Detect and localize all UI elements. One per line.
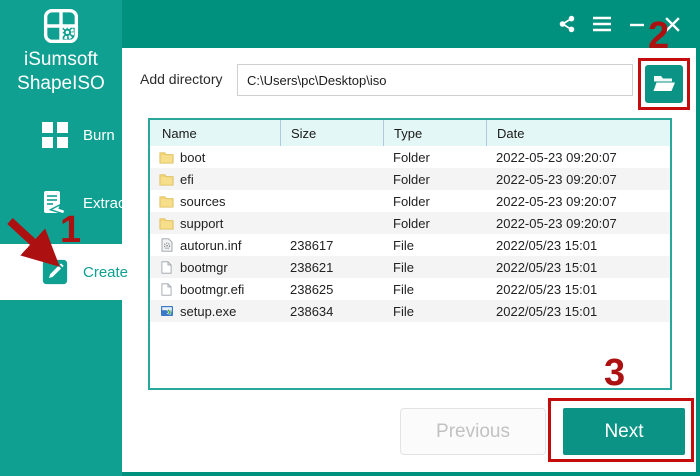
column-header-size[interactable]: Size [280,120,383,146]
file-type: Folder [383,190,486,212]
file-name-cell: bootmgr [150,256,280,278]
menu-icon[interactable] [592,14,612,34]
sidebar-item-label: Burn [83,127,115,144]
table-row[interactable]: autorun.inf 238617File2022/05/23 15:01 [150,234,670,256]
file-name: efi [180,172,194,187]
close-icon[interactable] [662,14,682,34]
app-title-line2: ShapeISO [0,72,122,96]
file-name-cell: setup.exe [150,300,280,322]
app-window: iSumsoft ShapeISO Burn Extract [0,0,700,476]
folder-icon [159,194,174,209]
file-name-cell: boot [150,146,280,168]
window-controls [557,0,682,48]
file-name-cell: support [150,212,280,234]
table-row[interactable]: sources Folder2022-05-23 09:20:07 [150,190,670,212]
file-name: support [180,216,223,231]
file-size [280,190,383,212]
file-table-body: bootFolder2022-05-23 09:20:07efiFolder20… [150,146,670,322]
file-icon [159,260,174,275]
column-header-type[interactable]: Type [383,120,486,146]
titlebar [122,0,700,48]
file-type: File [383,234,486,256]
file-size: 238634 [280,300,383,322]
file-date: 2022-05-23 09:20:07 [486,212,670,234]
file-name-cell: sources [150,190,280,212]
previous-button[interactable]: Previous [400,408,546,455]
file-table: Name Size Type Date bootFolder2022-05-23… [148,118,672,390]
table-row[interactable]: boot Folder2022-05-23 09:20:07 [150,146,670,168]
file-name: bootmgr.efi [180,282,244,297]
table-row[interactable]: support Folder2022-05-23 09:20:07 [150,212,670,234]
file-date: 2022-05-23 09:20:07 [486,190,670,212]
column-header-date[interactable]: Date [486,120,670,146]
file-table-header: Name Size Type Date [150,120,670,146]
share-icon[interactable] [557,14,577,34]
sidebar: iSumsoft ShapeISO Burn Extract [0,0,122,476]
table-row[interactable]: efi Folder2022-05-23 09:20:07 [150,168,670,190]
table-row[interactable]: bootmgr 238621File2022/05/23 15:01 [150,256,670,278]
exe-file-icon [159,304,174,319]
file-size: 238625 [280,278,383,300]
file-type: File [383,278,486,300]
app-logo-icon [43,8,79,44]
minimize-icon[interactable] [627,14,647,34]
file-type: File [383,256,486,278]
file-size [280,212,383,234]
app-title: iSumsoft ShapeISO [0,48,122,96]
extract-icon [42,190,68,216]
file-icon [159,282,174,297]
file-date: 2022-05-23 09:20:07 [486,146,670,168]
create-icon [42,259,68,285]
file-size [280,168,383,190]
file-name: bootmgr [180,260,228,275]
file-date: 2022/05/23 15:01 [486,234,670,256]
file-name: boot [180,150,205,165]
file-size: 238617 [280,234,383,256]
folder-icon [159,172,174,187]
column-header-name[interactable]: Name [150,120,280,146]
table-row[interactable]: setup.exe 238634File2022/05/23 15:01 [150,300,670,322]
open-folder-icon [652,73,676,96]
file-name: setup.exe [180,304,236,319]
file-date: 2022/05/23 15:01 [486,278,670,300]
sidebar-item-extract[interactable]: Extract [0,180,122,226]
folder-icon [159,216,174,231]
file-date: 2022-05-23 09:20:07 [486,168,670,190]
sidebar-item-burn[interactable]: Burn [0,112,122,158]
sidebar-item-label: Create [83,264,128,281]
file-name-cell: autorun.inf [150,234,280,256]
file-size: 238621 [280,256,383,278]
file-name-cell: bootmgr.efi [150,278,280,300]
window-frame-right [696,0,700,476]
file-type: File [383,300,486,322]
next-button[interactable]: Next [563,408,685,455]
add-directory-label: Add directory [140,71,222,87]
inf-file-icon [159,238,174,253]
table-row[interactable]: bootmgr.efi 238625File2022/05/23 15:01 [150,278,670,300]
app-title-line1: iSumsoft [0,48,122,72]
burn-grid-icon [42,122,68,148]
file-name: sources [180,194,226,209]
file-type: Folder [383,146,486,168]
window-frame-bottom [122,472,700,476]
sidebar-item-create[interactable]: Create [0,244,122,300]
directory-input[interactable] [237,64,633,96]
file-date: 2022/05/23 15:01 [486,300,670,322]
file-name: autorun.inf [180,238,241,253]
file-name-cell: efi [150,168,280,190]
sidebar-item-label: Extract [83,195,130,212]
file-type: Folder [383,212,486,234]
browse-folder-button[interactable] [645,65,683,103]
file-type: Folder [383,168,486,190]
folder-icon [159,150,174,165]
file-size [280,146,383,168]
file-date: 2022/05/23 15:01 [486,256,670,278]
